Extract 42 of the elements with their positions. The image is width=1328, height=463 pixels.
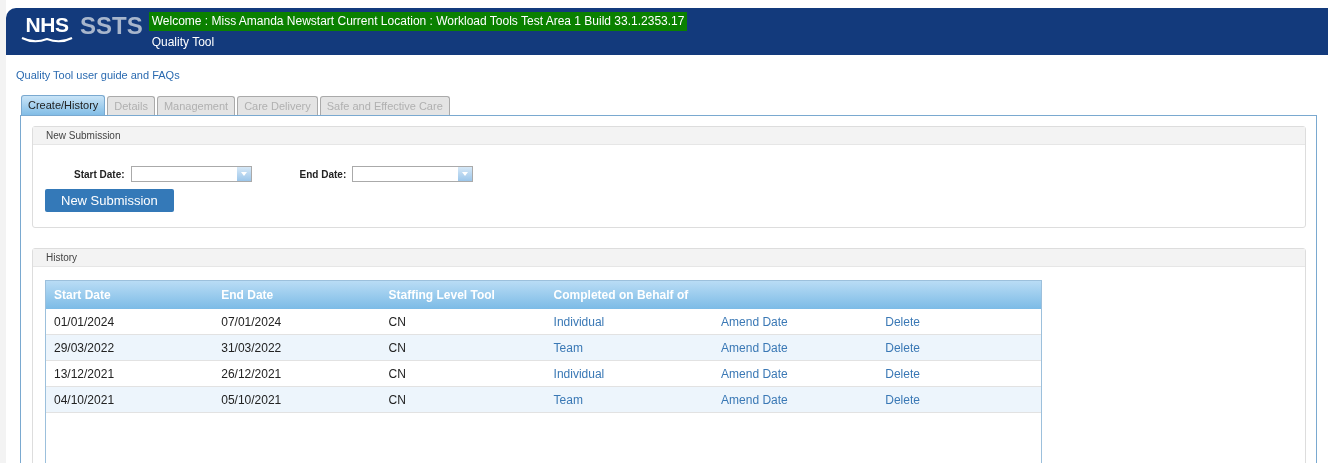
table-cell: CN [388,340,406,355]
date-field[interactable] [130,166,252,182]
column-header: End Date [213,281,381,309]
amend-date-link[interactable]: Amend Date [721,366,788,381]
field-label: Start Date: [74,168,125,180]
amend-date-link[interactable]: Amend Date [721,314,788,329]
table-cell: 31/03/2022 [221,340,282,355]
column-header: Start Date [46,281,214,309]
behalf-link[interactable]: Individual [553,314,605,329]
table-cell: 01/01/2024 [54,314,115,329]
column-header: Completed on Behalf of [545,281,714,309]
wave-icon [20,36,74,44]
field-label: End Date: [299,168,347,180]
behalf-link[interactable]: Team [553,340,583,355]
table-cell: 26/12/2021 [221,366,282,381]
product-name: SSTS [80,13,143,39]
date-field[interactable] [352,166,474,182]
table-cell: 29/03/2022 [54,340,115,355]
delete-link[interactable]: Delete [885,392,920,407]
panel-title: New Submission [33,127,1305,145]
delete-link[interactable]: Delete [885,314,920,329]
panel-title: History [33,249,1305,267]
table-cell: CN [388,392,406,407]
app-subtitle: Quality Tool [151,35,216,49]
behalf-link[interactable]: Individual [553,366,605,381]
new-submission-button[interactable]: New Submission [45,189,174,212]
table-cell: CN [388,366,406,381]
caret-icon[interactable] [462,172,469,176]
table-cell: 07/01/2024 [221,314,282,329]
table-cell: 05/10/2021 [221,392,282,407]
caret-icon[interactable] [240,172,247,176]
table-cell: CN [388,314,406,329]
behalf-link[interactable]: Team [553,392,583,407]
help-link[interactable]: Quality Tool user guide and FAQs [16,69,180,81]
delete-link[interactable]: Delete [885,366,920,381]
nhs-logo: NHS [25,14,69,36]
tab[interactable]: Create/History [21,95,106,115]
delete-link[interactable]: Delete [885,340,920,355]
table-cell: 04/10/2021 [54,392,115,407]
welcome-banner: Welcome : Miss Amanda Newstart Current Location : Workload Tools Test Area 1 Build 33.1.2353.17 [148,12,688,31]
table-cell: 13/12/2021 [54,366,115,381]
column-header: Staffing Level Tool [380,281,546,309]
